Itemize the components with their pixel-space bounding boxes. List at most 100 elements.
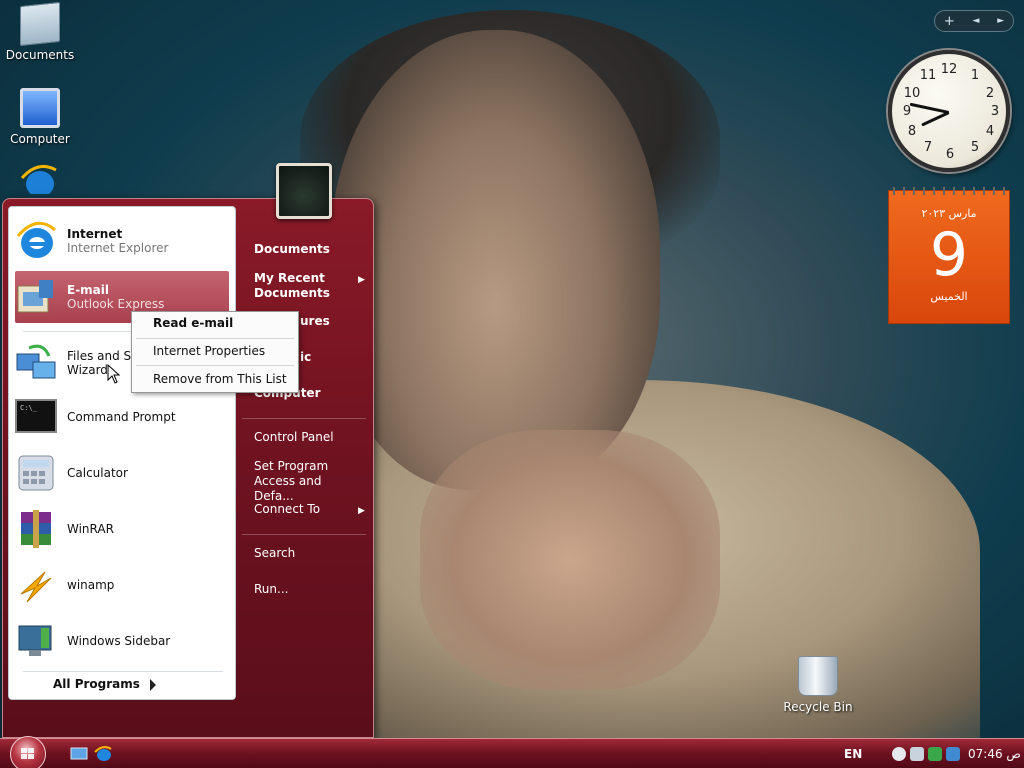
arrow-right-icon [149,678,156,691]
context-read-email[interactable]: Read e-mail [153,316,233,330]
desktop-icon-recycle-bin[interactable]: Recycle Bin [778,656,858,714]
next-page-icon[interactable]: ► [997,16,1004,26]
calendar-binding [893,187,1005,195]
program-subtitle: Outlook Express [67,297,165,311]
calendar-day: 9 [929,220,969,290]
windows-logo-icon [21,748,34,759]
clock-number: 3 [990,104,1000,119]
program-title: winamp [67,578,115,592]
calendar-weekday: الخميس [930,290,968,303]
wallpaper-hands [420,430,720,690]
clock-number: 10 [903,86,921,101]
clock-number: 1 [970,68,980,83]
program-subtitle: Internet Explorer [67,241,169,255]
context-internet-properties[interactable]: Internet Properties [153,344,265,358]
desktop-icon-label: Computer [10,132,70,146]
network-tray-icon[interactable] [892,747,906,761]
place-set-program-access[interactable]: Set Program Access and Defa... [254,459,354,504]
place-label: Control Panel [254,430,334,444]
program-title: E-mail [67,283,110,297]
place-label: ic [300,350,312,364]
program-winrar[interactable]: WinRAR [15,503,229,555]
security-tray-icon[interactable] [928,747,942,761]
transfer-wizard-icon [16,344,56,379]
sidebar-gadget-toolbar: + ◄ ► [934,10,1014,32]
program-command-prompt[interactable]: C:\_ Command Prompt [15,391,229,443]
program-title: Command Prompt [67,410,176,424]
context-separator [136,338,294,339]
clock-number: 7 [923,140,933,155]
program-title: Calculator [67,466,128,480]
program-title: Internet [67,227,123,241]
command-prompt-icon: C:\_ [15,399,57,433]
all-programs-button[interactable]: All Programs [53,677,156,691]
language-indicator[interactable]: EN [844,747,862,761]
clock-number: 6 [945,147,955,162]
program-internet[interactable]: Internet Internet Explorer [15,215,229,267]
clock-number: 4 [985,124,995,139]
mouse-cursor-icon [107,364,121,384]
clock-number: 5 [970,140,980,155]
place-control-panel[interactable]: Control Panel [254,430,366,445]
desktop-icon-internet-explorer[interactable] [18,164,62,194]
volume-tray-icon[interactable] [910,747,924,761]
place-pictures[interactable]: ures [300,314,412,329]
program-calculator[interactable]: Calculator [15,447,229,499]
submenu-arrow-icon: ▶ [358,275,365,285]
calendar-month: مارس ٢٠٢٣ [921,207,977,220]
show-desktop-icon[interactable] [70,746,88,762]
recycle-bin-icon [798,656,838,696]
program-winamp[interactable]: winamp [15,559,229,611]
clock-number: 11 [919,68,937,83]
clock-gadget[interactable]: 12 1 2 3 4 5 6 7 8 9 10 11 [888,50,1010,172]
place-label: My Recent Documents [254,271,330,300]
place-label: ures [300,314,330,328]
clock-number: 12 [940,62,958,77]
place-my-recent-documents[interactable]: My Recent Documents ▶ [254,271,365,301]
windows-sidebar-icon [18,625,52,656]
calendar-gadget[interactable]: مارس ٢٠٢٣ 9 الخميس [888,187,1010,324]
start-button[interactable] [10,736,46,768]
outlook-express-icon [17,280,53,313]
place-label: Search [254,546,296,560]
context-separator [136,365,294,366]
program-windows-sidebar[interactable]: Windows Sidebar [15,615,229,667]
place-label: Set Program Access and Defa... [254,459,329,503]
all-programs-label: All Programs [53,677,140,691]
place-label: Run... [254,582,289,596]
place-label: Documents [254,242,330,256]
places-separator [242,418,366,419]
add-gadget-button[interactable]: + [944,14,955,29]
desktop-icon-label: Documents [5,48,75,62]
computer-icon [20,88,60,128]
wallpaper-face [330,30,660,490]
system-clock[interactable]: 07:46 ص [968,747,1021,761]
internet-explorer-icon [16,221,56,258]
start-menu-programs-pane: Internet Internet Explorer E-mail Outloo… [8,206,236,700]
clock-number: 8 [907,124,917,139]
clock-hour-hand [921,111,950,127]
internet-explorer-icon [20,164,57,194]
calculator-icon [18,455,54,491]
desktop-icon-label: Recycle Bin [783,700,853,714]
winamp-icon [20,571,52,603]
place-documents[interactable]: Documents [254,242,366,257]
place-music[interactable]: ic [300,350,412,365]
submenu-arrow-icon: ▶ [358,506,365,516]
program-title: WinRAR [67,522,114,536]
all-programs-separator [23,671,223,672]
previous-page-icon[interactable]: ◄ [973,16,980,26]
internet-explorer-quicklaunch-icon[interactable] [94,746,112,762]
place-run[interactable]: Run... [254,582,366,597]
desktop-icon-computer[interactable]: Computer [0,88,80,146]
place-search[interactable]: Search [254,546,366,561]
taskbar: EN 07:46 ص [0,736,1024,768]
context-remove-from-list[interactable]: Remove from This List [153,372,287,386]
user-picture[interactable] [276,163,332,219]
program-title: Windows Sidebar [67,634,171,648]
update-tray-icon[interactable] [946,747,960,761]
svg-text:C:\_: C:\_ [20,404,38,412]
place-connect-to[interactable]: Connect To ▶ [254,502,366,517]
clock-number: 2 [985,86,995,101]
desktop-icon-documents[interactable]: Documents [0,1,80,62]
